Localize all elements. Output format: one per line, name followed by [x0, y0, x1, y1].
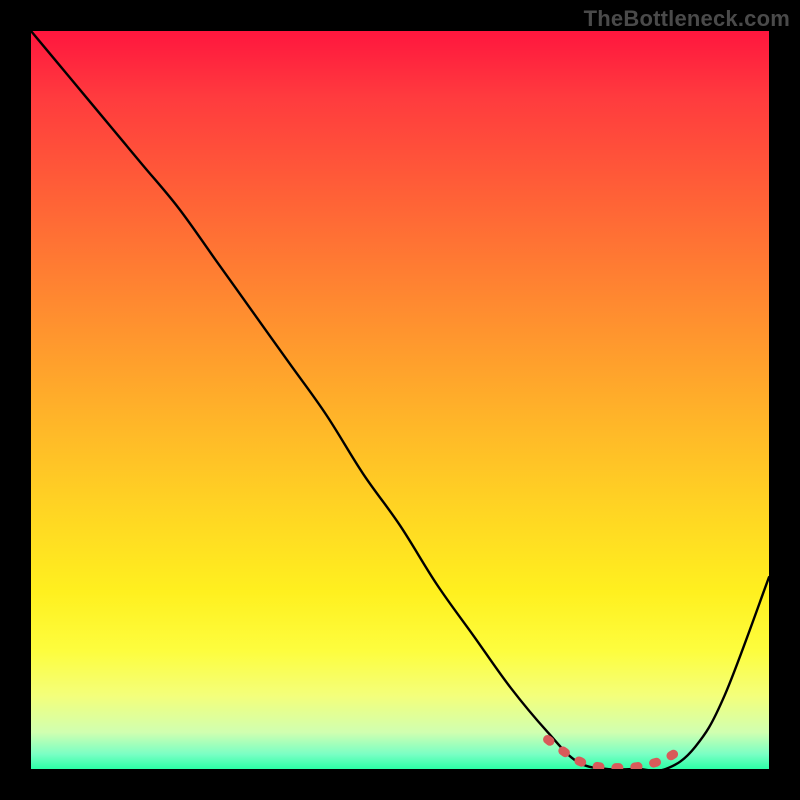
chart-frame: TheBottleneck.com [0, 0, 800, 800]
highlight-curve [548, 739, 681, 767]
curve-svg [31, 31, 769, 769]
plot-area [31, 31, 769, 769]
watermark-text: TheBottleneck.com [584, 6, 790, 32]
main-curve [31, 31, 769, 769]
